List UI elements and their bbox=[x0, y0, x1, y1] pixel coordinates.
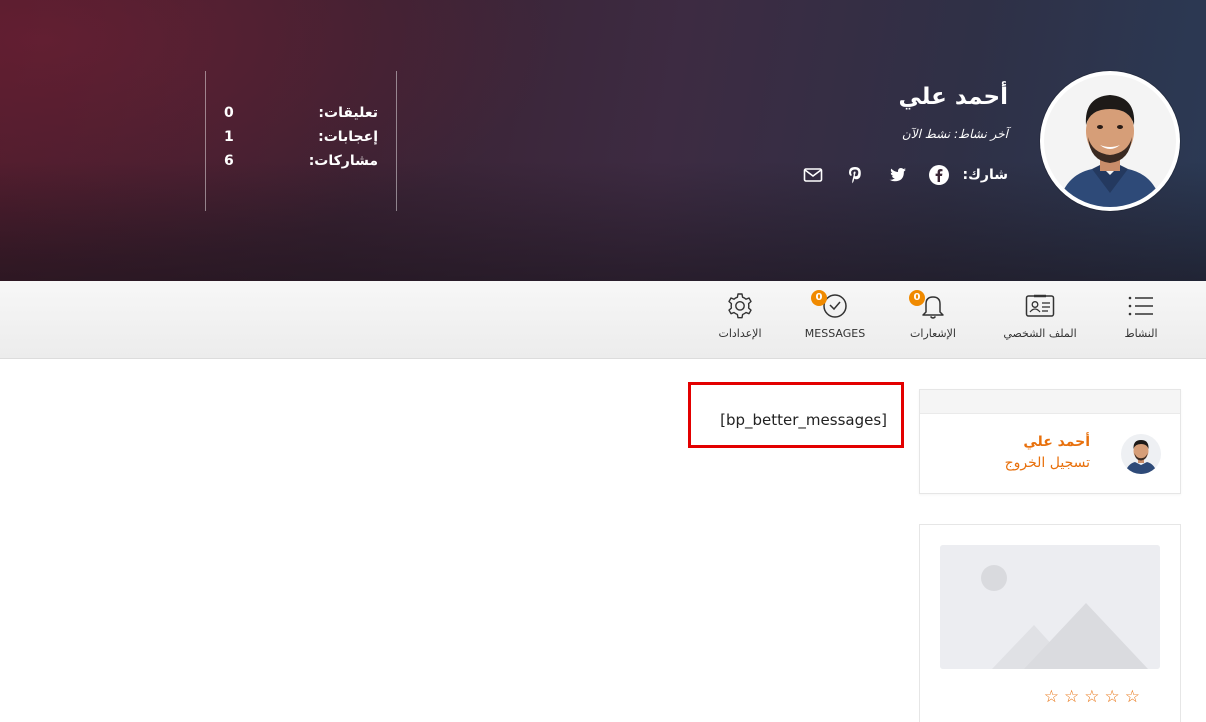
envelope-icon[interactable] bbox=[802, 164, 824, 186]
profile-stats: تعليقات: 0 إعجابات: 1 مشاركات: 6 bbox=[205, 71, 397, 211]
tab-profile[interactable]: الملف الشخصي bbox=[992, 281, 1088, 359]
stat-label: مشاركات: bbox=[308, 153, 378, 169]
stat-value: 1 bbox=[224, 129, 234, 145]
widget-avatar[interactable] bbox=[1121, 434, 1161, 474]
star-icon[interactable]: ☆ bbox=[1105, 687, 1120, 707]
id-card-icon bbox=[1025, 292, 1055, 320]
avatar-photo bbox=[1044, 75, 1176, 207]
gear-icon bbox=[725, 292, 755, 320]
profile-nav: النشاط الملف الشخصي 0 الإشعارات 0 MESSAG… bbox=[0, 281, 1206, 359]
tab-label: الإشعارات bbox=[910, 327, 956, 340]
profile-name: أحمد علي bbox=[898, 84, 1008, 110]
stat-likes: إعجابات: 1 bbox=[206, 129, 398, 149]
star-icon[interactable]: ☆ bbox=[1064, 687, 1079, 707]
stat-label: تعليقات: bbox=[318, 105, 378, 121]
notification-badge: 0 bbox=[909, 290, 925, 306]
tab-settings[interactable]: الإعدادات bbox=[708, 281, 772, 359]
share-row: شارك: bbox=[782, 164, 1008, 186]
tab-messages[interactable]: 0 MESSAGES bbox=[798, 281, 872, 359]
stat-value: 6 bbox=[224, 153, 234, 169]
profile-cover bbox=[0, 0, 1206, 281]
facebook-icon[interactable] bbox=[928, 164, 950, 186]
star-icon[interactable]: ☆ bbox=[1044, 687, 1059, 707]
share-label: شارك: bbox=[962, 167, 1008, 183]
shortcode-text: [bp_better_messages] bbox=[720, 411, 887, 429]
tab-notifications[interactable]: 0 الإشعارات bbox=[900, 281, 966, 359]
star-icon[interactable]: ☆ bbox=[1084, 687, 1099, 707]
star-rating: ☆ ☆ ☆ ☆ ☆ bbox=[1044, 687, 1140, 707]
shortcode-highlight: [bp_better_messages] bbox=[688, 382, 904, 448]
last-activity: آخر نشاط: نشط الآن bbox=[901, 127, 1008, 141]
logout-link[interactable]: تسجيل الخروج bbox=[1005, 455, 1090, 471]
image-placeholder bbox=[940, 545, 1160, 669]
tab-label: الملف الشخصي bbox=[1003, 327, 1077, 340]
list-icon bbox=[1126, 292, 1156, 320]
stat-value: 0 bbox=[224, 105, 234, 121]
pinterest-icon[interactable] bbox=[844, 164, 866, 186]
stat-label: إعجابات: bbox=[318, 129, 378, 145]
stat-posts: مشاركات: 6 bbox=[206, 153, 398, 173]
stat-comments: تعليقات: 0 bbox=[206, 105, 398, 125]
widget-user-name[interactable]: أحمد علي bbox=[1023, 434, 1090, 450]
tab-label: الإعدادات bbox=[718, 327, 762, 340]
tab-label: MESSAGES bbox=[804, 327, 866, 340]
tab-activity[interactable]: النشاط bbox=[1110, 281, 1172, 359]
tab-label: النشاط bbox=[1124, 327, 1158, 340]
profile-avatar[interactable] bbox=[1040, 71, 1180, 211]
product-widget: ☆ ☆ ☆ ☆ ☆ bbox=[919, 524, 1181, 722]
twitter-icon[interactable] bbox=[886, 164, 908, 186]
widget-header bbox=[920, 390, 1180, 414]
star-icon[interactable]: ☆ bbox=[1125, 687, 1140, 707]
messages-badge: 0 bbox=[811, 290, 827, 306]
login-widget: أحمد علي تسجيل الخروج bbox=[919, 389, 1181, 494]
